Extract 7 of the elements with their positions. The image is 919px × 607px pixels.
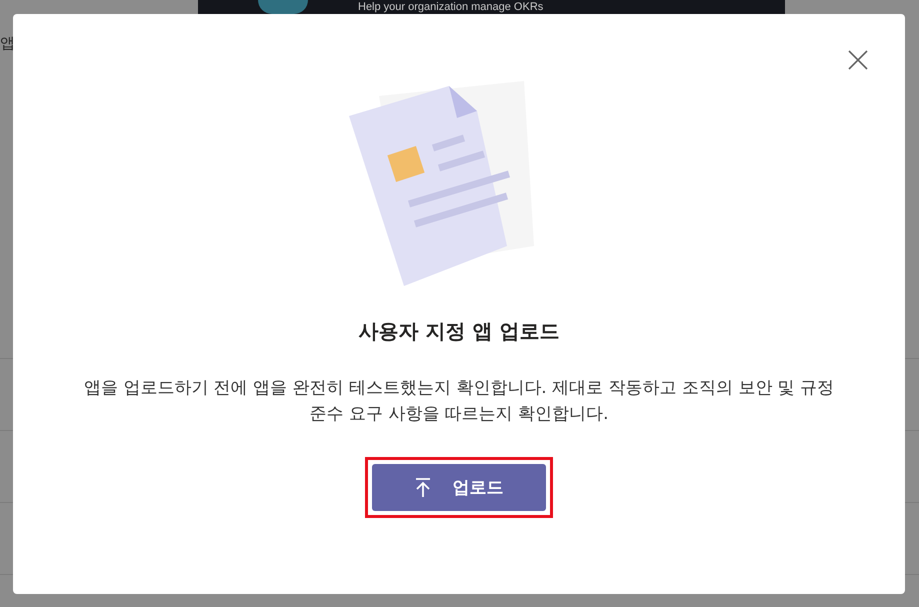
close-icon[interactable] — [848, 50, 868, 70]
dialog-message: 앱을 업로드하기 전에 앱을 완전히 테스트했는지 확인합니다. 제대로 작동하고 조직의 보안 및 규정 준수 요구 사항을 따르는지 확인합니다. — [82, 377, 836, 426]
upload-icon — [414, 478, 430, 498]
dialog-title: 사용자 지정 앱 업로드 — [358, 318, 560, 345]
banner-text: Help your organization manage OKRs — [358, 0, 544, 14]
side-label: 앱 — [0, 34, 15, 53]
upload-button[interactable]: 업로드 — [372, 464, 546, 511]
